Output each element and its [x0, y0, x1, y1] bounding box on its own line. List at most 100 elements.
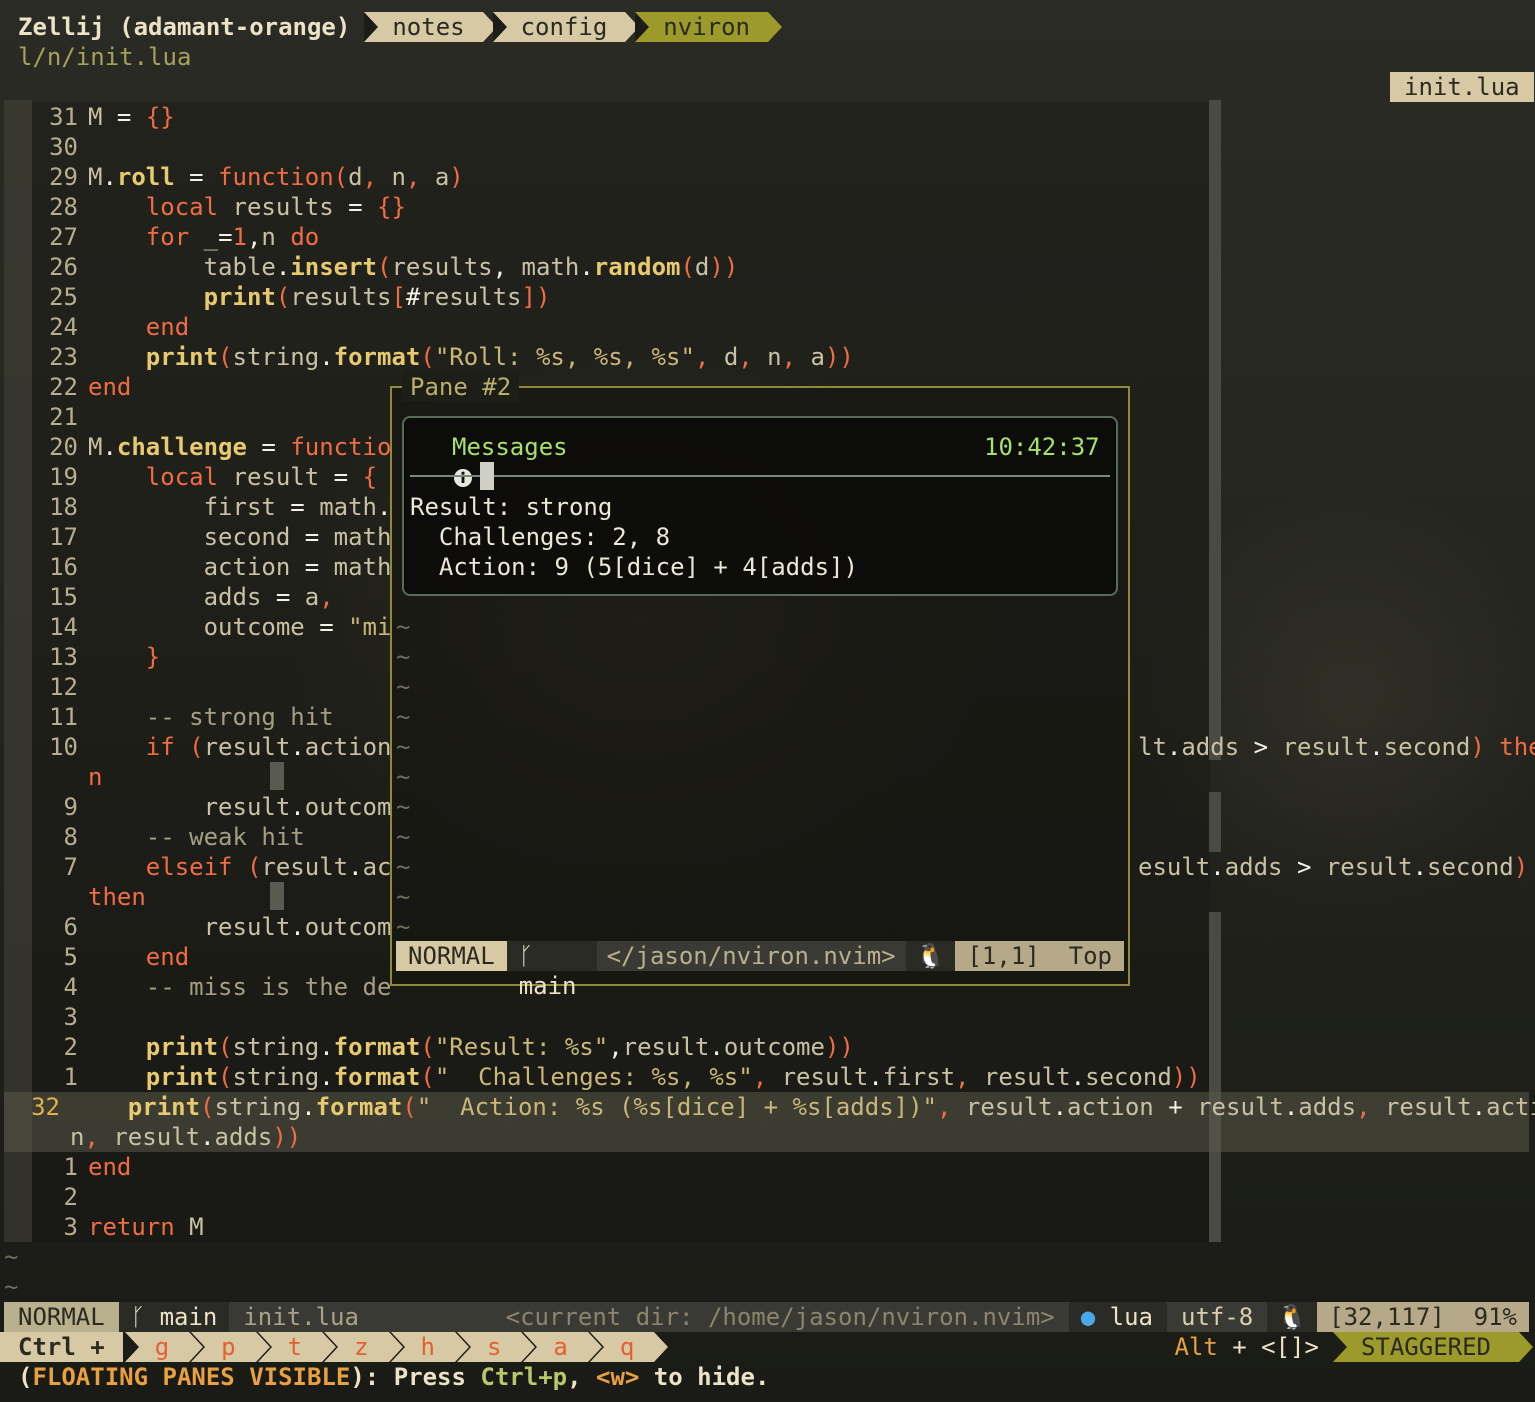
line-text: M = {} [88, 103, 175, 131]
line-number: 30 [49, 133, 78, 161]
cursor-position: [1,1] Top [955, 941, 1124, 971]
code-line[interactable]: 26 table.insert(results, math.random(d)) [32, 252, 738, 282]
code-line[interactable]: 18 first = math. [32, 492, 391, 522]
tab-nviron[interactable]: nviron [635, 12, 782, 42]
line-text: result.outcom [203, 913, 392, 941]
line-number: 20 [49, 433, 78, 461]
code-line[interactable]: 21 [32, 402, 88, 432]
code-line[interactable]: 10 if (result.action [32, 732, 391, 762]
file-path: l/n/init.lua [18, 43, 192, 71]
code-line[interactable]: 1 end [32, 1152, 132, 1182]
code-line[interactable]: 31 M = {} [32, 102, 175, 132]
code-line[interactable]: 27 for _=1,n do [32, 222, 319, 252]
current-dir: </jason/nviron.nvim> [606, 942, 896, 970]
code-line[interactable]: n, result.adds)) [4, 1122, 1529, 1152]
line-number: 32 [31, 1093, 60, 1121]
code-line[interactable]: n [32, 762, 102, 792]
layout-indicator[interactable]: STAGGERED [1332, 1332, 1534, 1362]
zellij-keybinding-bar: Ctrl + g p t z h s a q Alt + <[]> STAGGE… [0, 1332, 1535, 1362]
code-line[interactable]: 17 second = math [32, 522, 391, 552]
code-line[interactable]: 23 print(string.format("Roll: %s, %s, %s… [32, 342, 854, 372]
line-text: return M [88, 1213, 204, 1241]
code-line[interactable]: 6 result.outcom [32, 912, 392, 942]
cursor-position: [32,117] 91% [1317, 1302, 1529, 1332]
branch-name: main [159, 1303, 218, 1331]
empty-line-marker: ~ [396, 643, 411, 671]
line-number: 21 [49, 403, 78, 431]
code-line[interactable]: 4 -- miss is the de [32, 972, 392, 1002]
code-line[interactable]: then [32, 882, 146, 912]
line-text: end [145, 313, 190, 341]
code-line[interactable]: 7 elseif (result.ac [32, 852, 392, 882]
code-line[interactable]: 1 print(string.format(" Challenges: %s, … [32, 1062, 1201, 1092]
code-line[interactable]: 25 print(results[#results]) [32, 282, 550, 312]
cursor-column-marker [270, 762, 284, 790]
float-statusline: NORMAL ᚴ main </jason/nviron.nvim> 🐧 [1,… [396, 941, 1124, 1000]
code-line[interactable]: 2 [32, 1182, 88, 1212]
key-g[interactable]: g [124, 1332, 204, 1362]
git-branch-icon: ᚴ [518, 942, 534, 970]
line-number: 17 [49, 523, 78, 551]
code-line[interactable]: 15 adds = a, [32, 582, 334, 612]
line-text: -- miss is the de [145, 973, 392, 1001]
line-number: 12 [49, 673, 78, 701]
line-text: action = math [203, 553, 392, 581]
alt-hint: Alt + <[]> [1174, 1333, 1319, 1361]
code-line[interactable]: 13 } [32, 642, 160, 672]
code-line[interactable]: 29 M.roll = function(d, n, a) [32, 162, 464, 192]
code-line[interactable]: 3 [32, 1002, 88, 1032]
line-text: elseif (result.ac [145, 853, 392, 881]
code-line[interactable]: 5 end [32, 942, 190, 972]
line-number: 1 [63, 1063, 78, 1091]
messages-time: 10:42:37 [984, 433, 1100, 461]
branch-name: main [518, 972, 577, 1000]
line-number: 23 [49, 343, 78, 371]
empty-line-marker: ~ [396, 793, 411, 821]
line-text: M.challenge = functio [88, 433, 392, 461]
ctrl-modifier: Ctrl + [0, 1332, 123, 1362]
code-fragment-line-7: esult.adds > result.second) [1138, 853, 1529, 881]
line-number: 2 [63, 1033, 78, 1061]
messages-divider [410, 475, 1110, 477]
code-line[interactable]: 8 -- weak hit [32, 822, 305, 852]
git-branch: ᚴ main [506, 941, 597, 1000]
code-line[interactable]: 9 result.outcom [32, 792, 392, 822]
line-text: end [88, 1153, 132, 1181]
tab-config[interactable]: config [492, 12, 639, 42]
line-number: 8 [63, 823, 78, 851]
lua-icon: ● [1080, 1303, 1096, 1331]
line-number: 31 [49, 103, 78, 131]
line-text: local result = { [145, 463, 378, 491]
code-line[interactable]: 28 local results = {} [32, 192, 406, 222]
code-line[interactable]: 22 end [32, 372, 131, 402]
code-line[interactable]: 3 return M [32, 1212, 204, 1242]
line-number: 25 [49, 283, 78, 311]
code-line[interactable]: 32 print(string.format(" Action: %s (%s[… [4, 1092, 1535, 1122]
line-text: print(string.format(" Challenges: %s, %s… [145, 1063, 1201, 1091]
empty-line-marker: ~ [396, 913, 411, 941]
tab-notes[interactable]: notes [364, 12, 497, 42]
code-line[interactable]: 14 outcome = "mi [32, 612, 391, 642]
code-line[interactable]: 24 end [32, 312, 189, 342]
vertical-split-bar[interactable] [1209, 912, 1221, 1242]
line-text: table.insert(results, math.random(d)) [203, 253, 739, 281]
cursor-column-marker [270, 882, 284, 910]
code-line[interactable]: 19 local result = { [32, 462, 377, 492]
line-text: end [145, 943, 190, 971]
code-line[interactable]: 16 action = math [32, 552, 391, 582]
line-text: n, result.adds)) [70, 1123, 302, 1151]
code-line[interactable]: 11 -- strong hit [32, 702, 334, 732]
code-line[interactable]: 30 [32, 132, 88, 162]
line-number: 18 [49, 493, 78, 521]
vertical-split-bar[interactable] [1209, 792, 1221, 852]
code-line[interactable]: 12 [32, 672, 88, 702]
empty-line-marker: ~ [396, 763, 411, 791]
line-number: 4 [63, 973, 78, 1001]
vertical-split-bar[interactable] [1209, 100, 1221, 760]
code-line[interactable]: 20 M.challenge = functio [32, 432, 391, 462]
line-number: 27 [49, 223, 78, 251]
git-branch: ᚴ main [118, 1302, 230, 1332]
code-line[interactable]: 2 print(string.format("Result: %s",resul… [32, 1032, 854, 1062]
encoding: utf-8 [1181, 1303, 1254, 1331]
line-text: print(string.format(" Action: %s (%s[dic… [127, 1093, 1535, 1121]
